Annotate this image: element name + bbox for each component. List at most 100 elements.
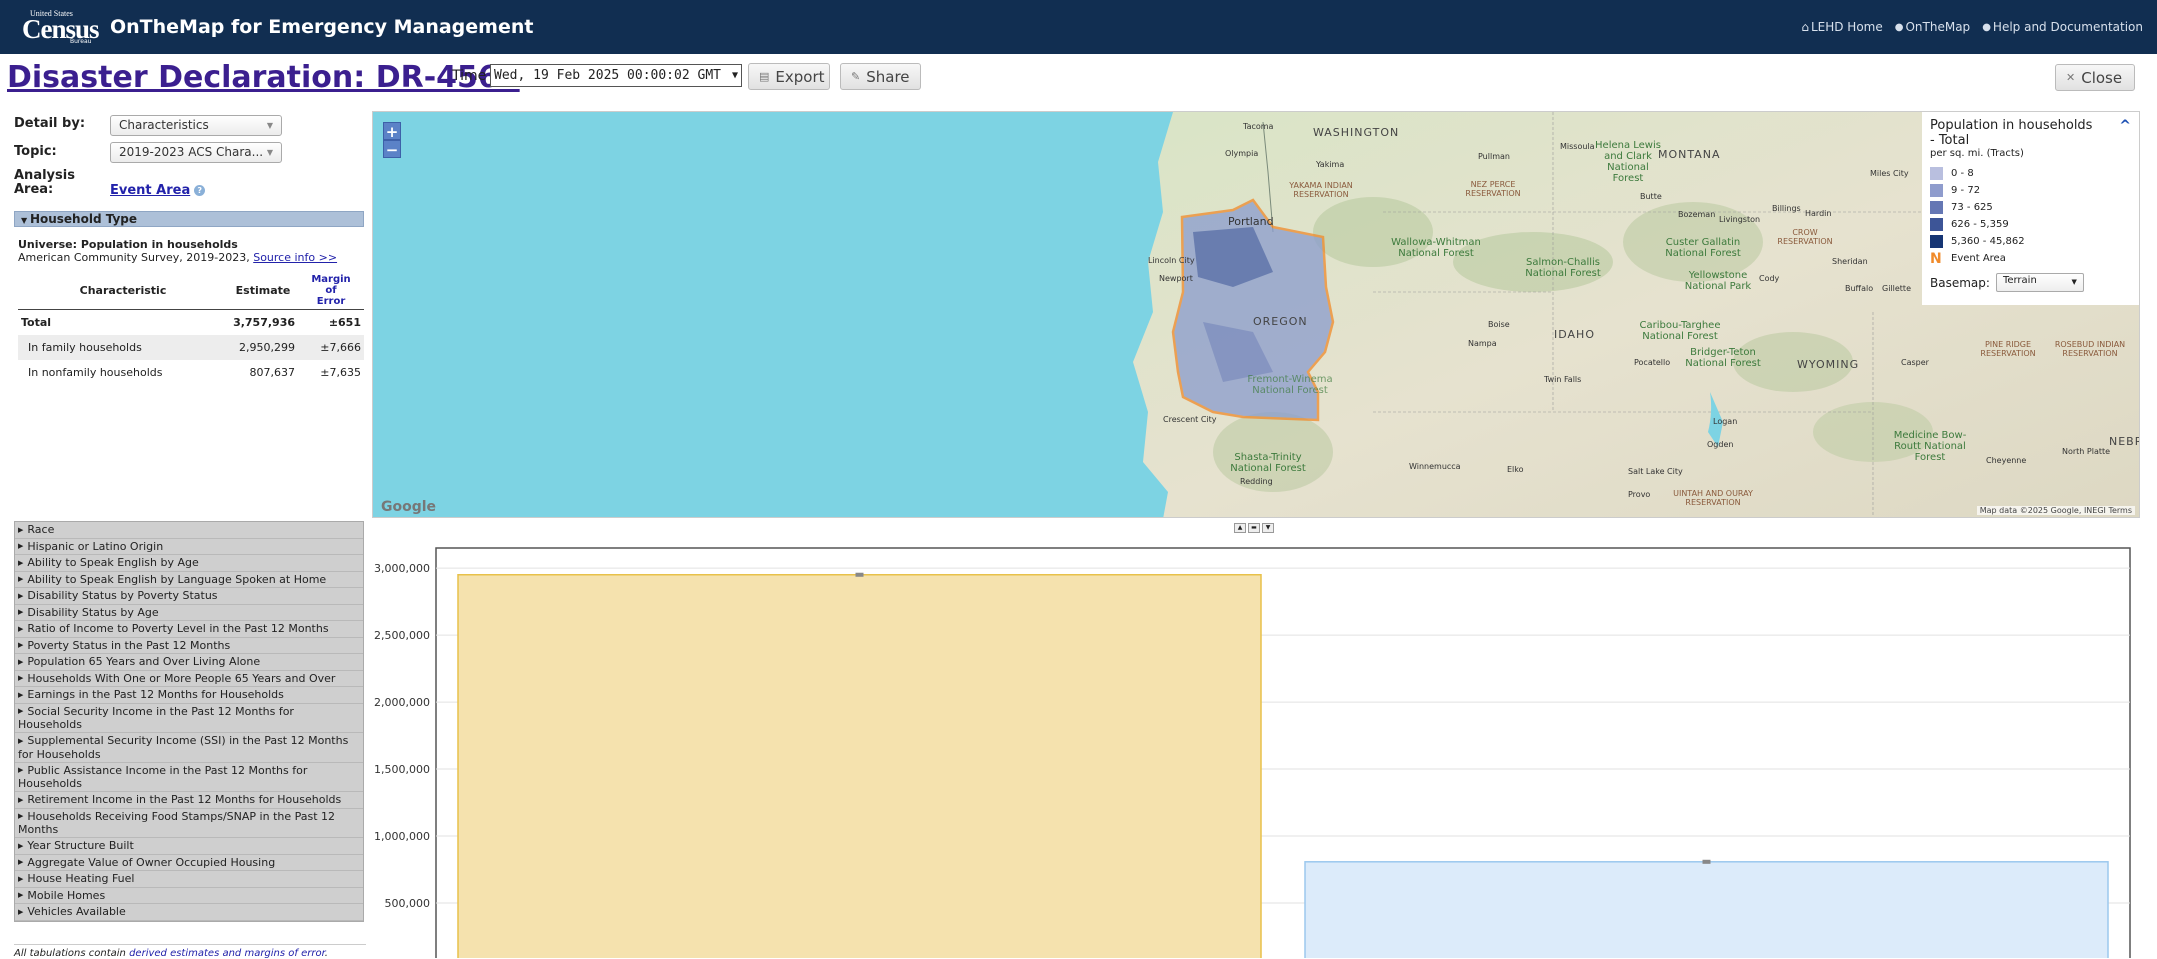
map-label: Shasta-Trinity National Forest [1230,452,1306,474]
category-item[interactable]: ▶ Disability Status by Poverty Status [15,588,363,605]
time-select[interactable]: Wed, 19 Feb 2025 00:00:02 GMT ▼ [490,64,742,87]
col-estimate: Estimate [235,284,291,297]
map-label: Provo [1628,490,1651,499]
legend-item: 5,360 - 45,862 [1930,233,2133,250]
map-label: Medicine Bow-Routt National Forest [1893,430,1967,463]
category-item[interactable]: ▶ Mobile Homes [15,888,363,904]
triangle-right-icon: ▶ [18,766,24,774]
category-item[interactable]: ▶ Ability to Speak English by Language Sp… [15,572,363,588]
category-item[interactable]: ▶ Hispanic or Latino Origin [15,539,363,555]
export-button[interactable]: ▤ Export [748,63,830,90]
lehd-home-link[interactable]: ⌂ LEHD Home [1801,20,1882,34]
legend-swatch [1930,235,1943,248]
category-item[interactable]: ▶ Households With One or More People 65 Y… [15,671,363,687]
category-item[interactable]: ▶ Aggregate Value of Owner Occupied Housi… [15,855,363,871]
category-item[interactable]: ▶ Retirement Income in the Past 12 Months… [15,792,363,809]
detail-by-value: Characteristics [119,118,209,132]
left-panel: Detail by: Characteristics ▼ Topic: 2019-… [8,112,366,959]
category-item[interactable]: ▶ Year Structure Built [15,838,363,855]
legend-swatch [1930,201,1943,214]
help-documentation-link[interactable]: ● Help and Documentation [1982,20,2143,34]
chevron-down-icon: ▼ [2071,278,2077,286]
share-label: Share [866,67,910,86]
category-item[interactable]: ▶ House Heating Fuel [15,871,363,888]
map-label: OREGON [1253,315,1308,328]
triangle-right-icon: ▶ [18,657,24,666]
row-estimate: 3,757,936 [228,309,298,335]
category-item[interactable]: ▶ Supplemental Security Income (SSI) in t… [15,733,363,763]
household-type-header[interactable]: ▼ Household Type [14,211,364,227]
map-label: North Platte [2062,447,2111,456]
topic-value: 2019-2023 ACS Chara... [119,145,264,159]
row-moe: ±7,666 [298,335,364,360]
category-item[interactable]: ▶ Ability to Speak English by Age [15,555,363,572]
map-label: Gillette [1882,284,1911,293]
category-item[interactable]: ▶ Ratio of Income to Poverty Level in the… [15,621,363,638]
onthemap-link[interactable]: ● OnTheMap [1895,20,1970,34]
triangle-right-icon: ▶ [18,690,24,699]
y-tick-label: 3,000,000 [374,562,430,575]
row-estimate: 807,637 [249,366,296,379]
bar [1304,861,2109,958]
category-item[interactable]: ▶ Race [15,522,363,539]
restore-button[interactable]: ▬ [1248,523,1260,533]
detail-by-label: Detail by: [14,116,86,131]
expand-up-button[interactable]: ▲ [1234,523,1246,533]
triangle-right-icon: ▶ [18,874,24,883]
event-area-link[interactable]: Event Area? [110,183,206,198]
help-icon[interactable]: ? [194,185,206,196]
map-label: Buffalo [1845,284,1874,293]
category-item[interactable]: ▶ Population 65 Years and Over Living Alo… [15,654,363,671]
map-label: Crescent City [1163,415,1217,424]
triangle-right-icon: ▶ [18,558,24,567]
category-item[interactable]: ▶ Households Receiving Food Stamps/SNAP i… [15,809,363,838]
legend-item: 0 - 8 [1930,165,2133,182]
collapse-legend-icon[interactable]: ^ [2119,118,2131,134]
category-item[interactable]: ▶ Earnings in the Past 12 Months for Hous… [15,687,363,704]
map-label: Cheyenne [1986,456,2027,465]
category-item[interactable]: ▶ Social Security Income in the Past 12 M… [15,704,363,733]
category-item[interactable]: ▶ Poverty Status in the Past 12 Months [15,638,363,654]
source-info-link[interactable]: Source info >> [253,251,337,264]
close-button[interactable]: ✕ Close [2055,64,2135,91]
map-label: Bridger-Teton National Forest [1685,347,1761,369]
map-label: NEBRA [2109,435,2139,448]
map-label: IDAHO [1554,328,1595,341]
y-tick-label: 500,000 [385,897,431,910]
close-icon: ✕ [2066,71,2076,84]
page-title[interactable]: Disaster Declaration: DR-4562 [7,60,520,95]
analysis-label-line1: Analysis [14,168,75,183]
triangle-right-icon: ▶ [18,907,24,916]
topic-label: Topic: [14,144,57,159]
expand-down-button[interactable]: ▼ [1262,523,1274,533]
census-logo[interactable]: United States Census Bureau [20,8,100,45]
map-view[interactable]: + − WASHINGTON OREGON IDAHO MONTANA WYOM… [372,111,2140,518]
legend-event-area: N Event Area [1930,250,2006,267]
map-label: UINTAH AND OURAY RESERVATION [1673,489,1753,507]
export-icon: ▤ [759,70,770,83]
triangle-right-icon: ▶ [18,608,24,616]
map-label: WYOMING [1797,358,1860,371]
category-item[interactable]: ▶ Disability Status by Age [15,605,363,621]
header-links: ⌂ LEHD Home ● OnTheMap ● Help and Documenta… [1801,20,2143,34]
map-label: WASHINGTON [1313,126,1400,139]
triangle-right-icon: ▶ [18,641,24,649]
topic-select[interactable]: 2019-2023 ACS Chara... ▼ [110,142,282,163]
map-label: Olympia [1225,149,1259,158]
share-button[interactable]: ✎ Share [840,63,921,90]
help-icon: ● [1982,21,1991,33]
footnote-text: All tabulations contain [14,948,126,959]
detail-by-select[interactable]: Characteristics ▼ [110,115,282,136]
basemap-select[interactable]: Terrain ▼ [1995,273,2084,292]
row-estimate: 2,950,299 [228,335,298,360]
basemap-control: Basemap: Terrain ▼ [1930,273,2133,292]
zoom-out-button[interactable]: − [383,140,401,159]
category-item[interactable]: ▶ Public Assistance Income in the Past 12… [15,763,363,792]
map-label: Pocatello [1634,358,1671,367]
category-item[interactable]: ▶ Vehicles Available [15,904,363,921]
map-attribution[interactable]: Map data ©2025 Google, INEGI Terms [1976,506,2135,515]
derived-estimates-link[interactable]: derived estimates and margins of error [129,948,325,959]
zoom-in-button[interactable]: + [383,122,401,141]
triangle-right-icon: ▶ [18,542,24,550]
analysis-area-label: Analysis Area: [14,169,75,197]
